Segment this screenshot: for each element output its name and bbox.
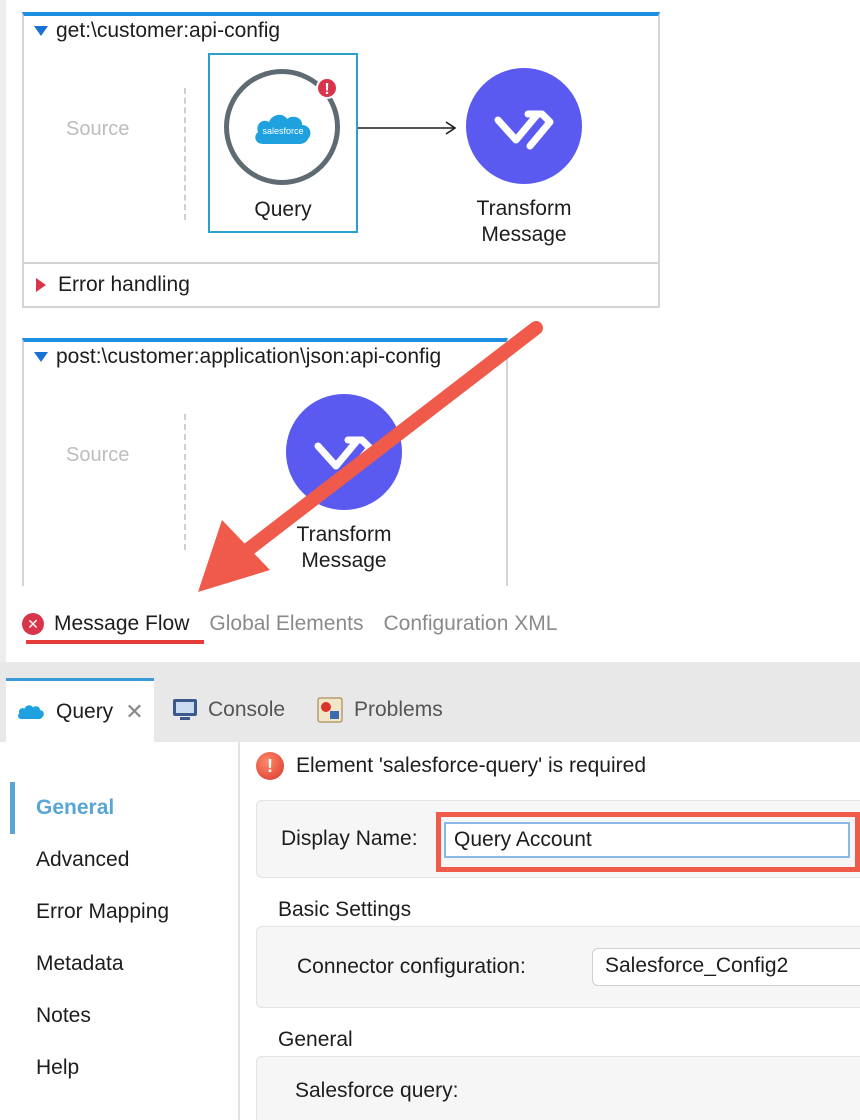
flow-arrow-icon [358,121,457,135]
flow-title-text: post:\customer:application\json:api-conf… [56,345,442,368]
tab-configuration-xml-label: Configuration XML [383,612,558,635]
source-divider [184,414,186,550]
salesforce-query-label: Salesforce query: [295,1079,459,1102]
collapse-triangle-icon[interactable] [34,26,48,36]
validation-error: ! Element 'salesforce-query' is required [256,752,646,780]
source-placeholder[interactable]: Source [66,444,129,467]
tab-configuration-xml[interactable]: Configuration XML [383,612,557,636]
error-icon: ! [256,752,284,780]
tab-global-elements-label: Global Elements [209,612,364,635]
query-component[interactable]: salesforce ! Query [208,53,358,233]
flow-canvas: get:\customer:api-config Source salesfor… [0,0,860,662]
source-divider [184,88,186,220]
tab-query[interactable]: Query ✕ [6,678,154,742]
error-x-icon: ✕ [22,613,44,635]
nav-item-notes[interactable]: Notes [36,1004,91,1028]
tab-console-label: Console [208,698,286,721]
nav-active-indicator [10,782,15,834]
connector-config-label: Connector configuration: [297,955,526,978]
connector-config-select[interactable]: Salesforce_Config2 [592,948,860,986]
canvas-edge [0,0,6,662]
properties-side-nav: General Advanced Error Mapping Metadata … [0,742,240,1120]
general-group: Salesforce query: [256,1056,860,1120]
source-placeholder[interactable]: Source [66,118,129,141]
transform-label-line1: Transform [476,197,572,220]
expand-triangle-icon[interactable] [36,278,46,292]
tab-message-flow-label: Message Flow [54,612,190,635]
tab-underline-annotation [26,640,204,644]
tab-query-label: Query [56,699,114,723]
nav-item-error-mapping[interactable]: Error Mapping [36,900,169,924]
flow-title-text: get:\customer:api-config [56,19,281,42]
tab-message-flow[interactable]: ✕ Message Flow [22,612,189,636]
panel-tab-bar: Query ✕ Console Problems [0,662,860,742]
display-name-label: Display Name: [281,827,418,850]
tab-problems-label: Problems [354,698,443,721]
tab-problems[interactable]: Problems [316,678,443,742]
flow-title[interactable]: post:\customer:application\json:api-conf… [34,345,510,369]
nav-item-help[interactable]: Help [36,1056,79,1080]
collapse-triangle-icon[interactable] [34,352,48,362]
general-heading: General [278,1028,353,1051]
panel-body: General Advanced Error Mapping Metadata … [0,742,860,1120]
flow-title[interactable]: get:\customer:api-config [34,19,280,43]
transform-label-line2: Message [301,549,387,572]
properties-panel: Query ✕ Console Problems General Advance… [0,662,860,1120]
tab-console[interactable]: Console [172,678,285,742]
flow-get-customer[interactable]: get:\customer:api-config Source salesfor… [22,12,660,308]
nav-item-advanced[interactable]: Advanced [36,848,129,872]
properties-content: ! Element 'salesforce-query' is required… [240,742,860,1120]
transform-message-component[interactable] [466,68,582,184]
transform-label: Transform Message [264,522,424,574]
dataweave-icon [494,110,554,150]
transform-message-component[interactable] [286,394,402,510]
error-handling-label: Error handling [58,273,190,296]
basic-settings-heading: Basic Settings [278,898,412,921]
validation-error-text: Element 'salesforce-query' is required [296,754,647,777]
nav-item-metadata[interactable]: Metadata [36,952,124,976]
query-label: Query [254,198,312,221]
salesforce-icon [18,704,44,719]
salesforce-cloud-icon: salesforce [255,114,311,144]
tab-global-elements[interactable]: Global Elements [209,612,363,636]
problems-icon [317,697,343,723]
flow-post-customer[interactable]: post:\customer:application\json:api-conf… [22,338,508,586]
transform-label: Transform Message [444,196,604,248]
nav-item-general[interactable]: General [36,796,114,820]
close-icon[interactable]: ✕ [125,699,143,725]
error-handling-section[interactable]: Error handling [24,262,658,306]
transform-label-line2: Message [481,223,567,246]
display-name-input[interactable] [444,822,850,858]
salesforce-cloud-text: salesforce [262,126,303,136]
console-icon [173,699,197,720]
transform-label-line1: Transform [296,523,392,546]
error-badge-icon: ! [316,77,338,99]
dataweave-icon [314,436,374,476]
